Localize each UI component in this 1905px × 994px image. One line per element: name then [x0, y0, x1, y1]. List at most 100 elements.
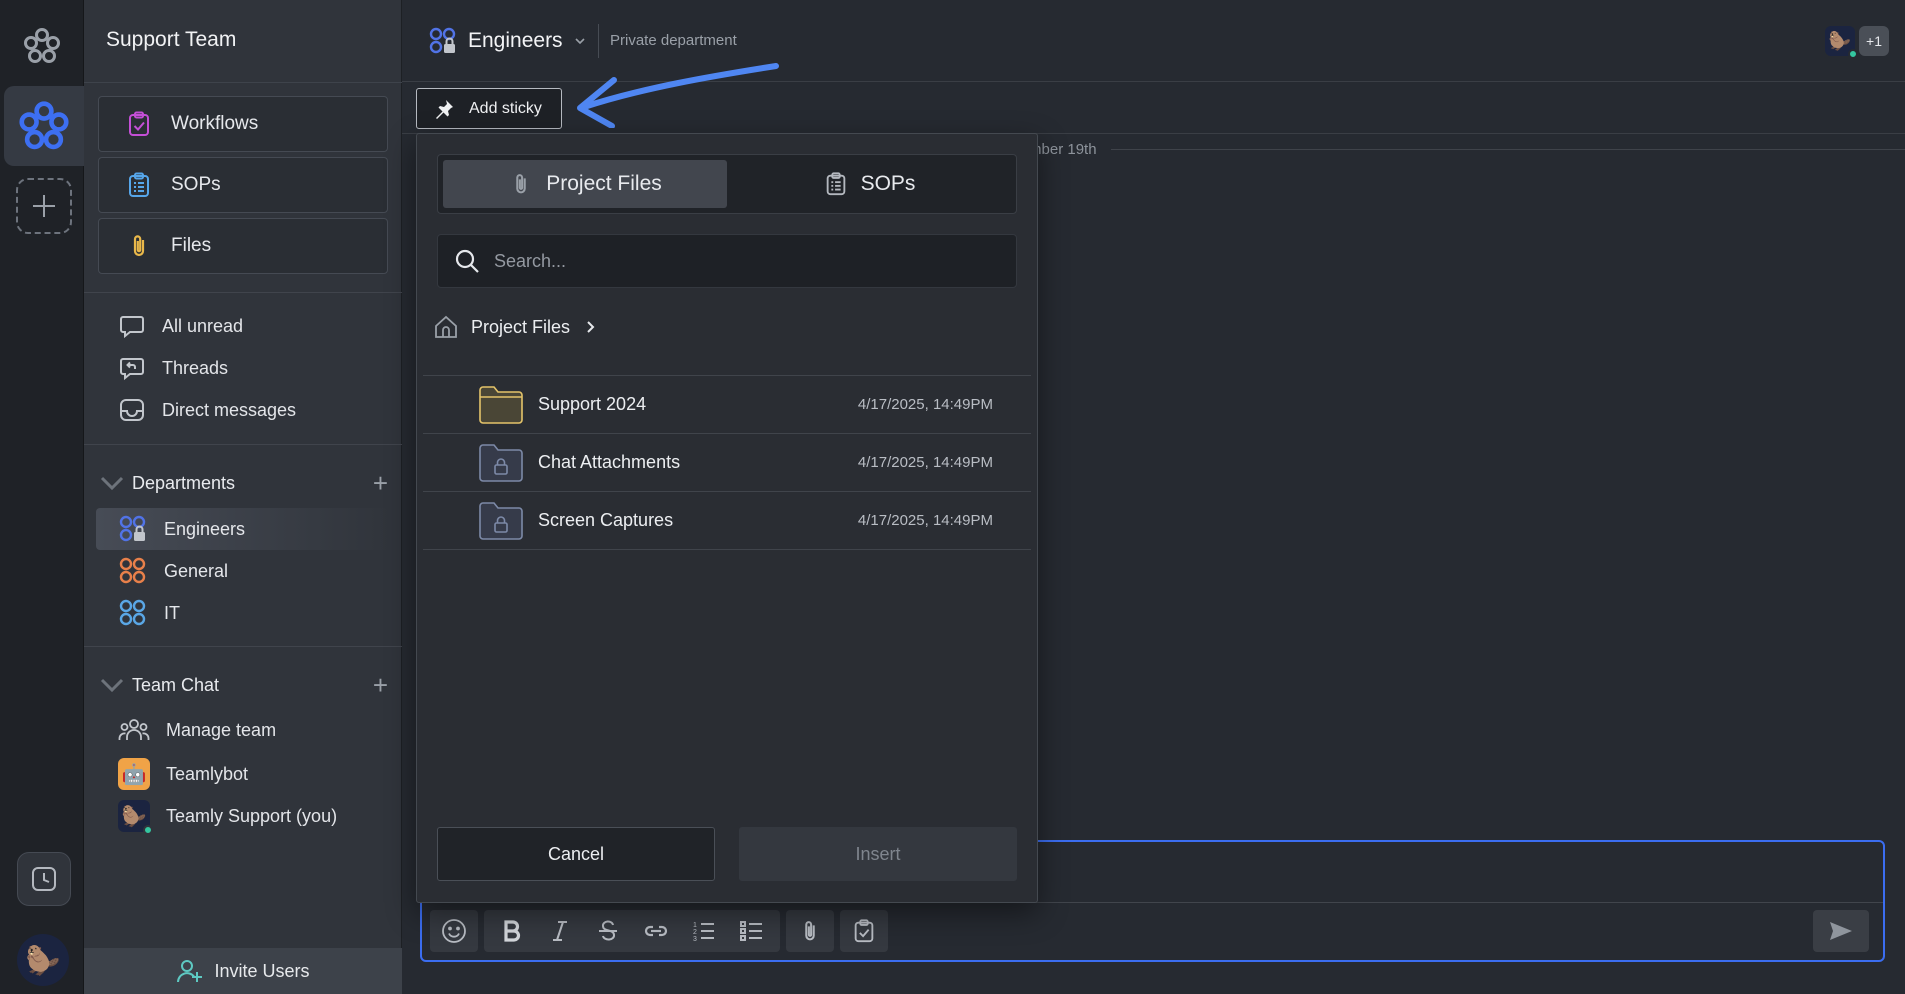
clipboard-check-icon — [854, 919, 874, 943]
cancel-button[interactable]: Cancel — [437, 827, 715, 881]
invite-users-label: Invite Users — [214, 960, 310, 981]
svg-text:1: 1 — [693, 922, 697, 929]
strikethrough-button[interactable] — [584, 910, 632, 952]
invite-users-button[interactable]: Invite Users — [84, 948, 402, 994]
formatting-toolbar: 123 — [430, 910, 888, 952]
file-list: Support 2024 4/17/2025, 14:49PM Chat Att… — [423, 376, 1031, 550]
attach-file-button[interactable] — [790, 910, 830, 952]
search-input[interactable] — [494, 250, 974, 272]
file-timestamp: 4/17/2025, 14:49PM — [857, 396, 993, 413]
files-button[interactable]: Files — [98, 218, 388, 274]
workspace-support-team[interactable] — [4, 86, 84, 166]
departments-header[interactable]: Departments + — [98, 468, 388, 499]
bullet-list-button[interactable] — [728, 910, 776, 952]
app-window: 🦫 Support Team Workflows SOPs Files All … — [0, 0, 1905, 994]
clipboard-list-icon — [826, 172, 845, 196]
ordered-list-button[interactable]: 123 — [680, 910, 728, 952]
workflows-button[interactable]: Workflows — [98, 96, 388, 152]
channel-title-dropdown[interactable]: Engineers — [428, 26, 587, 56]
nav-threads[interactable]: Threads — [118, 354, 228, 382]
inbox-icon — [120, 399, 144, 421]
file-timestamp: 4/17/2025, 14:49PM — [857, 454, 993, 471]
annotation-arrow-icon — [577, 63, 779, 128]
department-icon — [119, 599, 146, 626]
channel-name: Engineers — [468, 29, 563, 52]
italic-button[interactable] — [536, 910, 584, 952]
clipboard-list-icon — [129, 172, 149, 197]
bold-icon — [504, 920, 521, 942]
department-engineers[interactable]: Engineers — [96, 508, 390, 550]
file-name: Chat Attachments — [538, 452, 681, 472]
strikethrough-icon — [599, 920, 617, 941]
add-sticky-label: Add sticky — [469, 99, 542, 117]
paperclip-icon — [516, 174, 526, 194]
breadcrumb-item[interactable]: Project Files — [471, 317, 570, 338]
file-name: Support 2024 — [538, 394, 647, 414]
bullet-list-icon — [740, 921, 762, 941]
locked-folder-icon — [479, 501, 523, 540]
add-department-button[interactable]: + — [373, 468, 388, 499]
workflow-group — [840, 910, 888, 952]
threads-icon — [120, 358, 144, 381]
file-row-support-2024[interactable]: Support 2024 4/17/2025, 14:49PM — [423, 376, 1031, 434]
add-chat-button[interactable]: + — [373, 670, 388, 701]
send-button[interactable] — [1813, 910, 1869, 952]
ordered-list-icon: 123 — [693, 922, 714, 943]
department-icon — [119, 557, 146, 584]
department-locked-icon — [119, 515, 146, 542]
tab-project-files[interactable]: Project Files — [443, 160, 727, 208]
divider — [84, 292, 402, 293]
chevron-down-icon — [100, 476, 124, 490]
nav-label: Threads — [162, 357, 229, 378]
emoji-button[interactable] — [434, 910, 474, 952]
sops-button[interactable]: SOPs — [98, 157, 388, 213]
home-icon[interactable] — [433, 314, 459, 340]
nav-teamly-support[interactable]: 🦫 Teamly Support (you) — [118, 800, 337, 835]
chevron-right-icon[interactable] — [582, 319, 598, 335]
chat-bubble-icon — [120, 316, 144, 339]
team-chat-header[interactable]: Team Chat + — [98, 670, 388, 701]
divider — [84, 82, 402, 83]
pin-icon — [436, 99, 453, 119]
sidebar: Support Team Workflows SOPs Files All un… — [84, 0, 402, 994]
nav-direct-messages[interactable]: Direct messages — [118, 396, 296, 424]
current-user-avatar[interactable]: 🦫 — [17, 934, 69, 986]
file-row-screen-captures[interactable]: Screen Captures 4/17/2025, 14:49PM — [423, 492, 1031, 550]
nav-manage-team[interactable]: Manage team — [118, 716, 276, 744]
bot-avatar: 🤖 — [118, 758, 150, 790]
workspace-title[interactable]: Support Team — [106, 28, 236, 52]
link-button[interactable] — [632, 910, 680, 952]
link-icon — [644, 925, 668, 937]
tab-label: Project Files — [546, 172, 662, 195]
members-button[interactable]: 🦫 +1 — [1825, 26, 1889, 59]
nav-label: Teamlybot — [166, 763, 249, 784]
nav-label: All unread — [162, 315, 244, 336]
history-button[interactable] — [17, 852, 71, 906]
add-workspace-button[interactable] — [16, 178, 72, 234]
attach-workflow-button[interactable] — [844, 910, 884, 952]
add-sticky-button[interactable]: Add sticky — [416, 88, 562, 129]
department-it[interactable]: IT — [96, 592, 390, 634]
divider-line — [1110, 148, 1905, 150]
add-user-icon — [177, 960, 203, 983]
department-general[interactable]: General — [96, 550, 390, 592]
svg-text:3: 3 — [693, 936, 697, 943]
attach-group — [786, 910, 834, 952]
nav-all-unread[interactable]: All unread — [118, 312, 243, 340]
file-search — [437, 234, 1017, 288]
emoji-icon — [442, 919, 466, 943]
locked-folder-icon — [479, 443, 523, 482]
channel-subtitle: Private department — [610, 32, 737, 49]
search-icon — [455, 249, 479, 273]
file-timestamp: 4/17/2025, 14:49PM — [857, 512, 993, 529]
online-indicator — [143, 825, 153, 835]
chevron-down-icon — [100, 678, 124, 692]
nav-teamlybot[interactable]: 🤖 Teamlybot — [118, 758, 248, 790]
tab-sops[interactable]: SOPs — [727, 160, 1011, 208]
bold-button[interactable] — [488, 910, 536, 952]
file-row-chat-attachments[interactable]: Chat Attachments 4/17/2025, 14:49PM — [423, 434, 1031, 492]
online-indicator — [1848, 49, 1858, 59]
clipboard-check-icon — [129, 111, 149, 136]
insert-button[interactable]: Insert — [739, 827, 1017, 881]
app-logo-icon[interactable] — [22, 26, 62, 66]
